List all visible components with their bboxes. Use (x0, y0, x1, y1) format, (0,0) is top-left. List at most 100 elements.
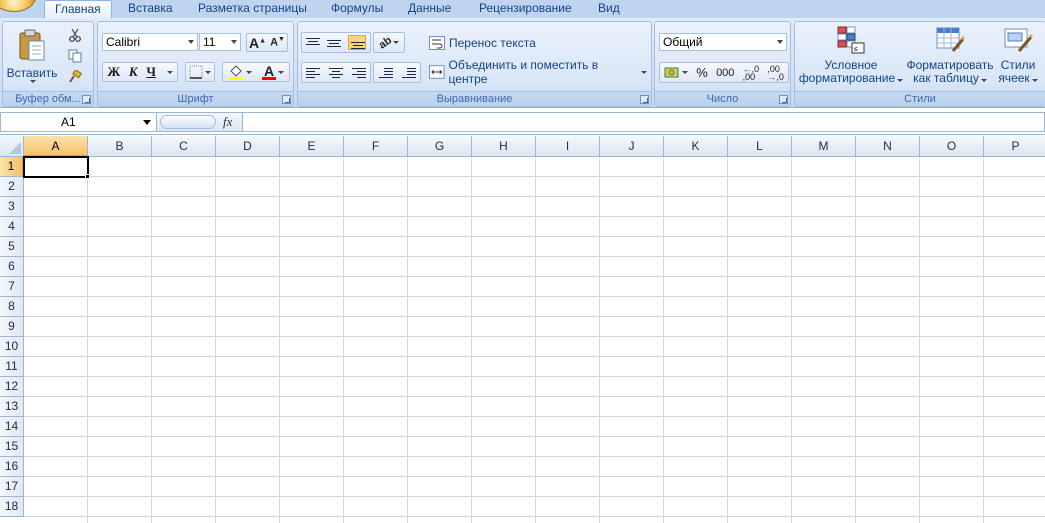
underline-dropdown-icon[interactable] (166, 70, 173, 74)
ribbon-tab-bar: Главная Вставка Разметка страницы Формул… (0, 0, 1045, 19)
row-header-4[interactable]: 4 (0, 217, 24, 237)
row-header-17[interactable]: 17 (0, 477, 24, 497)
cut-button[interactable] (65, 26, 85, 44)
format-painter-button[interactable] (65, 68, 85, 86)
decrease-decimal-button[interactable]: ,00 →,0 (767, 64, 784, 81)
font-color-button[interactable]: A (262, 64, 284, 80)
column-header-f[interactable]: F (344, 136, 408, 157)
font-launcher-icon[interactable] (282, 95, 291, 104)
column-header-c[interactable]: C (152, 136, 216, 157)
tab-insert[interactable]: Вставка (126, 0, 175, 18)
cell-styles-button[interactable]: Стили ячеек (995, 24, 1041, 90)
row-header-9[interactable]: 9 (0, 317, 24, 337)
number-launcher-icon[interactable] (779, 95, 788, 104)
font-size-select[interactable]: 11 (199, 33, 241, 51)
column-header-e[interactable]: E (280, 136, 344, 157)
formula-bar-resize-handle[interactable] (160, 115, 216, 129)
row-header-13[interactable]: 13 (0, 397, 24, 417)
number-group: Общий % 000 ←,0,00 ,00 →,0 Число (654, 21, 791, 107)
tab-home[interactable]: Главная (44, 0, 112, 19)
tab-page-layout[interactable]: Разметка страницы (196, 0, 309, 18)
chevron-down-icon (777, 40, 783, 44)
grow-font-icon[interactable]: A▲ (249, 35, 266, 51)
alignment-launcher-icon[interactable] (640, 95, 649, 104)
currency-dropdown-icon (682, 71, 689, 74)
row-header-14[interactable]: 14 (0, 417, 24, 437)
align-bottom-icon[interactable] (348, 35, 367, 50)
column-header-l[interactable]: L (728, 136, 792, 157)
orientation-button[interactable]: ab (373, 32, 405, 53)
office-button[interactable] (0, 0, 36, 12)
vertical-align-buttons (301, 32, 371, 53)
name-box[interactable]: A1 (0, 112, 157, 132)
formula-input[interactable] (243, 112, 1045, 132)
tab-view[interactable]: Вид (596, 0, 622, 18)
row-header-11[interactable]: 11 (0, 357, 24, 377)
row-header-16[interactable]: 16 (0, 457, 24, 477)
wrap-text-icon (429, 36, 445, 50)
column-header-g[interactable]: G (408, 136, 472, 157)
decrease-indent-icon[interactable] (378, 67, 393, 78)
borders-button[interactable] (185, 62, 215, 82)
fill-color-button[interactable] (228, 64, 252, 80)
column-header-n[interactable]: N (856, 136, 920, 157)
tab-review[interactable]: Рецензирование (477, 0, 574, 18)
clipboard-group: Вставить Буфер обм... (2, 21, 94, 107)
align-top-icon[interactable] (305, 37, 320, 48)
paste-button[interactable]: Вставить (7, 24, 57, 88)
column-header-p[interactable]: P (984, 136, 1045, 157)
column-header-j[interactable]: J (600, 136, 664, 157)
bold-button[interactable]: Ж (107, 64, 120, 80)
insert-function-button[interactable]: fx (223, 114, 232, 130)
column-header-a[interactable]: A (24, 136, 88, 157)
fill-handle[interactable] (85, 174, 90, 179)
cells-area[interactable] (24, 157, 1045, 523)
increase-decimal-button[interactable]: ←,0,00 (743, 64, 760, 81)
wrap-text-button[interactable]: Перенос текста (428, 34, 538, 52)
font-family-value: Calibri (106, 35, 141, 49)
row-header-6[interactable]: 6 (0, 257, 24, 277)
row-header-1[interactable]: 1 (0, 157, 24, 177)
align-left-icon[interactable] (306, 67, 321, 78)
column-header-i[interactable]: I (536, 136, 600, 157)
clipboard-launcher-icon[interactable] (82, 95, 91, 104)
shrink-font-icon[interactable]: A▼ (270, 36, 285, 49)
format-as-table-button[interactable]: Форматировать как таблицу (906, 24, 994, 90)
active-cell[interactable] (23, 156, 89, 178)
column-header-m[interactable]: M (792, 136, 856, 157)
row-header-12[interactable]: 12 (0, 377, 24, 397)
number-format-select[interactable]: Общий (659, 33, 787, 51)
tab-formulas[interactable]: Формулы (329, 0, 385, 18)
merge-center-button[interactable]: Объединить и поместить в центре (428, 58, 648, 86)
row-header-15[interactable]: 15 (0, 437, 24, 457)
select-all-button[interactable] (0, 136, 24, 157)
currency-format-button[interactable] (664, 66, 689, 80)
font-family-select[interactable]: Calibri (102, 33, 198, 51)
column-header-o[interactable]: O (920, 136, 984, 157)
row-header-3[interactable]: 3 (0, 197, 24, 217)
row-header-5[interactable]: 5 (0, 237, 24, 257)
align-right-icon[interactable] (351, 67, 366, 78)
column-header-h[interactable]: H (472, 136, 536, 157)
styles-group: ≤ Условное форматирование Форматировать … (794, 21, 1045, 107)
row-header-10[interactable]: 10 (0, 337, 24, 357)
italic-button[interactable]: К (129, 64, 138, 80)
align-middle-icon[interactable] (326, 37, 341, 48)
percent-button[interactable]: % (696, 65, 708, 80)
column-header-d[interactable]: D (216, 136, 280, 157)
column-header-b[interactable]: B (88, 136, 152, 157)
row-header-2[interactable]: 2 (0, 177, 24, 197)
row-header-7[interactable]: 7 (0, 277, 24, 297)
underline-button[interactable]: Ч (146, 64, 156, 80)
tab-data[interactable]: Данные (406, 0, 453, 18)
align-center-icon[interactable] (328, 67, 343, 78)
column-header-k[interactable]: K (664, 136, 728, 157)
row-header-8[interactable]: 8 (0, 297, 24, 317)
thousands-separator-button[interactable]: 000 (716, 67, 734, 79)
conditional-formatting-button[interactable]: ≤ Условное форматирование (797, 24, 905, 90)
font-style-buttons: Ж К Ч (102, 62, 178, 82)
row-header-18[interactable]: 18 (0, 497, 24, 517)
copy-button[interactable] (65, 47, 85, 65)
increase-indent-icon[interactable] (401, 67, 416, 78)
paste-icon (19, 29, 45, 61)
